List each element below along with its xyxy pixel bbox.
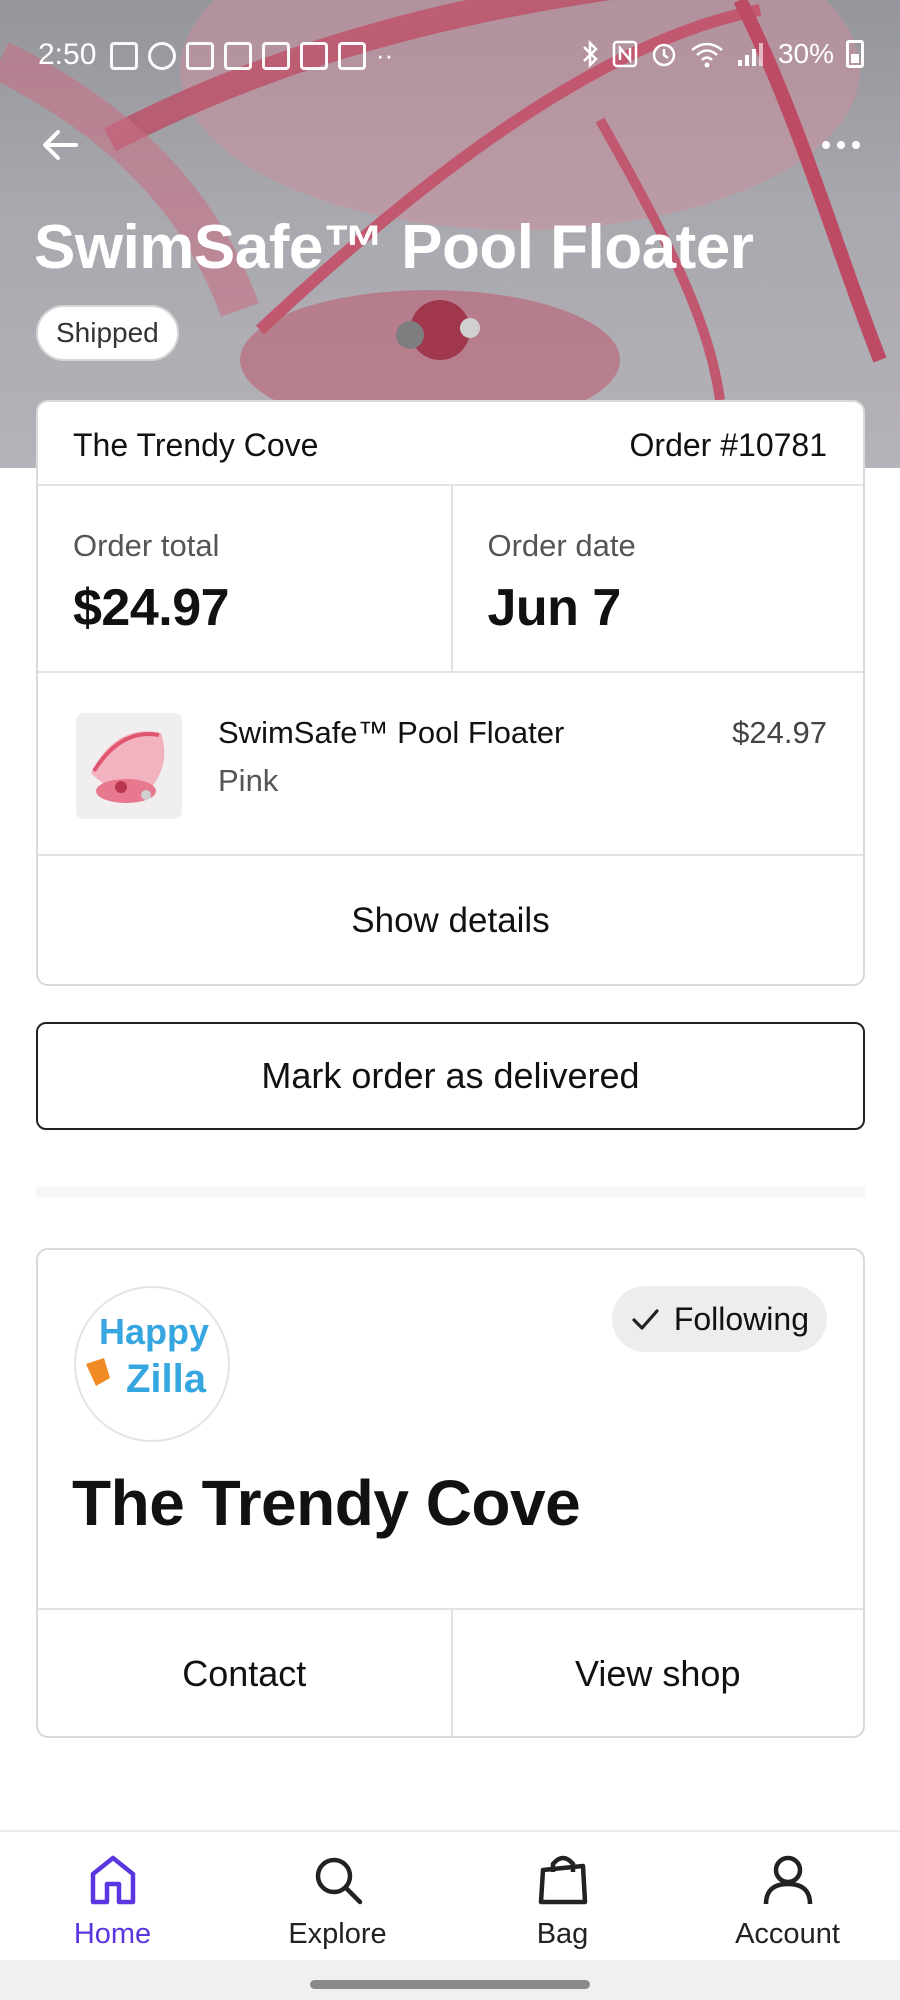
battery-text: 30%	[777, 38, 834, 69]
home-icon	[90, 1855, 135, 1905]
dollar-icon	[148, 41, 176, 70]
order-date-value: Jun 7	[487, 579, 622, 637]
order-number: Order #10781	[629, 427, 827, 463]
image-icon	[338, 41, 366, 70]
order-shop-name: The Trendy Cove	[73, 427, 319, 463]
item-thumbnail[interactable]	[76, 713, 182, 819]
order-total-label: Order total	[73, 528, 220, 563]
nav-label-explore: Explore	[288, 1918, 387, 1950]
nav-label-home: Home	[73, 1918, 152, 1950]
item-price: $24.97	[732, 715, 827, 750]
gesture-handle[interactable]	[310, 1980, 590, 1989]
more-options-icon[interactable]	[810, 130, 860, 160]
checkmark-icon	[632, 1309, 659, 1330]
more-icon: ··	[376, 40, 394, 70]
account-icon	[763, 1855, 812, 1905]
bag-icon	[538, 1855, 587, 1905]
message-icon	[110, 41, 138, 70]
shop-actions: Contact View shop	[38, 1608, 864, 1736]
nav-item-explore[interactable]: Explore	[225, 1832, 450, 1960]
section-divider	[36, 1186, 865, 1198]
nav-item-home[interactable]: Home	[0, 1832, 225, 1960]
gesture-area	[0, 1960, 900, 2000]
shop-name: The Trendy Cove	[72, 1467, 581, 1539]
plus-box-icon	[262, 41, 290, 70]
view-shop-button[interactable]: View shop	[450, 1610, 864, 1736]
barcode-icon	[186, 41, 214, 70]
status-bar: 2:50 ·· 30%	[0, 0, 900, 110]
item-thumbnail-image	[76, 713, 182, 819]
page-title: SwimSafe™ Pool Floater	[34, 213, 754, 282]
mark-delivered-button[interactable]: Mark order as delivered	[36, 1022, 865, 1130]
nav-label-account: Account	[735, 1918, 840, 1950]
show-details-button[interactable]: Show details	[38, 856, 863, 984]
alarm-icon	[652, 43, 676, 67]
nav-item-account[interactable]: Account	[675, 1832, 900, 1960]
nfc-icon	[612, 40, 638, 68]
search-icon	[315, 1857, 362, 1905]
signal-icon	[737, 43, 763, 66]
following-button[interactable]: Following	[611, 1286, 827, 1352]
shop-card: Happy Zilla Following The Trendy Cove Co…	[36, 1248, 865, 1738]
order-stats: Order total $24.97 Order date Jun 7	[38, 486, 863, 673]
back-arrow-icon[interactable]	[36, 120, 86, 170]
order-item-row[interactable]: SwimSafe™ Pool Floater Pink $24.97	[38, 673, 863, 856]
order-total-stat: Order total $24.97	[38, 486, 451, 671]
system-icons: 30%	[580, 38, 864, 70]
order-total-value: $24.97	[73, 579, 230, 637]
order-date-label: Order date	[487, 528, 636, 563]
item-variant: Pink	[218, 763, 279, 798]
wifi-icon	[691, 42, 723, 68]
contact-button[interactable]: Contact	[38, 1610, 451, 1736]
order-date-stat: Order date Jun 7	[450, 486, 864, 671]
logo-text-bottom: Zilla	[126, 1357, 207, 1401]
logo-text-top: Happy	[99, 1311, 209, 1352]
w-icon	[300, 41, 328, 70]
status-badge: Shipped	[36, 305, 179, 361]
shop-logo[interactable]: Happy Zilla	[74, 1286, 230, 1442]
status-time: 2:50	[38, 38, 97, 71]
following-label: Following	[673, 1300, 809, 1337]
order-card-header: The Trendy Cove Order #10781	[38, 402, 863, 486]
barcode-icon	[224, 41, 252, 70]
item-name: SwimSafe™ Pool Floater	[218, 715, 565, 750]
shop-logo-image: Happy Zilla	[86, 1311, 209, 1401]
logo-dino-icon	[86, 1358, 110, 1386]
nav-item-bag[interactable]: Bag	[450, 1832, 675, 1960]
notification-icons: ··	[110, 40, 393, 71]
bluetooth-icon	[583, 39, 598, 69]
battery-icon	[846, 40, 864, 68]
nav-label-bag: Bag	[536, 1918, 589, 1950]
bottom-navigation: Home Explore Bag Account	[0, 1830, 900, 1960]
order-card: The Trendy Cove Order #10781 Order total…	[36, 400, 865, 986]
